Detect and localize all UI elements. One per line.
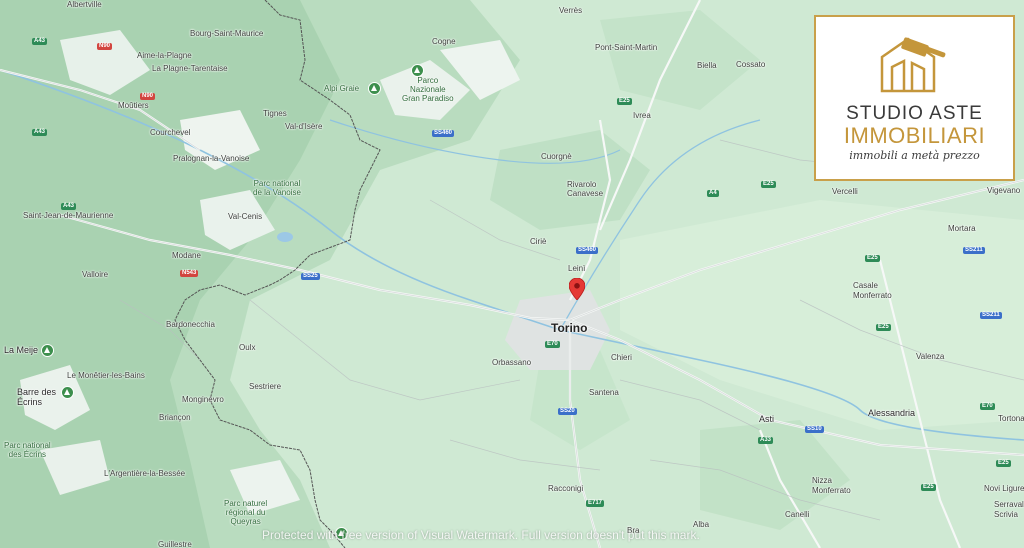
place-cuorgne: Cuorgnè — [541, 152, 572, 161]
place-bourg-saint-maurice: Bourg-Saint-Maurice — [190, 29, 264, 38]
place-torino: Torino — [551, 321, 588, 335]
park-icon — [61, 386, 74, 399]
place-rivarolo-canavese: Rivarolo Canavese — [567, 180, 604, 198]
place-oulx: Oulx — [239, 343, 256, 352]
place-barre-des-ecrins: Barre des Écrins — [17, 387, 57, 407]
place-valenza: Valenza — [916, 352, 945, 361]
place-asti: Asti — [759, 414, 775, 424]
road-shield: E70 — [980, 403, 995, 410]
place-le-monetier: Le Monêtier-les-Bains — [67, 371, 145, 380]
place-la-plagne-tarentaise: La Plagne-Tarentaise — [152, 64, 228, 73]
road-shield: E25 — [761, 181, 776, 188]
place-ivrea: Ivrea — [633, 111, 651, 120]
location-pin-icon[interactable] — [569, 278, 585, 300]
watermark-text: Protected with free version of Visual Wa… — [262, 528, 700, 542]
place-racconigi: Racconigi — [548, 484, 584, 493]
place-modane: Modane — [172, 251, 201, 260]
place-chieri: Chieri — [611, 353, 632, 362]
park-vanoise: Parc national de la Vanoise — [253, 179, 301, 197]
place-serravalle-scrivia: Serravalle Scrivia — [994, 500, 1024, 519]
place-courchevel: Courchevel — [150, 128, 191, 137]
road-shield: SS211 — [980, 312, 1002, 319]
logo-line-immobiliari: IMMOBILIARI — [843, 123, 986, 148]
place-santena: Santena — [589, 388, 619, 397]
logo-line-studio-aste: STUDIO ASTE — [846, 103, 983, 124]
park-icon — [368, 82, 381, 95]
road-shield: SS10 — [805, 426, 824, 433]
park-ecrins: Parc national des Écrins — [4, 441, 51, 459]
road-shield: SS460 — [576, 247, 599, 254]
road-shield: N90 — [140, 93, 156, 100]
place-pont-saint-martin: Pont-Saint-Martin — [595, 43, 658, 52]
place-la-meije: La Meije — [4, 345, 39, 355]
park-gran-paradiso: Parco Nazionale Gran Paradiso — [402, 76, 454, 103]
road-shield: SS20 — [558, 408, 577, 415]
place-bardonecchia: Bardonecchia — [166, 320, 215, 329]
place-vigevano: Vigevano — [987, 186, 1021, 195]
place-novi-ligure: Novi Ligure — [984, 484, 1024, 493]
place-nizza-monferrato: Nizza Monferrato — [812, 476, 851, 495]
road-shield: E25 — [921, 484, 936, 491]
road-shield: A4 — [707, 190, 719, 197]
place-cogne: Cogne — [432, 37, 456, 46]
road-shield: E25 — [996, 460, 1011, 467]
place-val-cenis: Val-Cenis — [228, 212, 263, 221]
road-shield: N90 — [97, 43, 113, 50]
place-briancon: Briançon — [159, 413, 191, 422]
place-casale-monferrato: Casale Monferrato — [853, 281, 892, 300]
road-shield: A43 — [32, 38, 48, 45]
place-monginevro: Monginevro — [182, 395, 224, 404]
road-shield: A33 — [758, 437, 774, 444]
park-icon — [411, 64, 424, 77]
road-shield: E25 — [876, 324, 891, 331]
place-cirie: Ciriè — [530, 237, 547, 246]
place-leini: Leinì — [568, 264, 586, 273]
place-biella: Biella — [697, 61, 717, 70]
road-shield: E70 — [545, 341, 560, 348]
place-tignes: Tignes — [263, 109, 287, 118]
road-shield: E717 — [586, 500, 605, 507]
place-valloire: Valloire — [82, 270, 109, 279]
road-shield: N543 — [180, 270, 199, 277]
map-canvas[interactable]: Albertville Bourg-Saint-Maurice Aime-la-… — [0, 0, 1024, 548]
place-albertville: Albertville — [67, 0, 102, 9]
place-val-d-isere: Val-d'Isère — [285, 122, 323, 131]
road-shield: SS460 — [432, 130, 455, 137]
road-shield: A43 — [61, 203, 77, 210]
place-saint-jean-de-maurienne: Saint-Jean-de-Maurienne — [23, 211, 114, 220]
park-alpi-graie: Alpi Graie — [324, 84, 360, 93]
gavel-house-icon — [880, 37, 946, 93]
place-orbassano: Orbassano — [492, 358, 532, 367]
place-cossato: Cossato — [736, 60, 766, 69]
logo-tagline: immobili a metà prezzo — [849, 149, 980, 162]
place-aime-la-plagne: Aime-la-Plagne — [137, 51, 192, 60]
road-shield: SS25 — [301, 273, 320, 280]
place-argentiere: L'Argentière-la-Bessée — [104, 469, 186, 478]
place-sestriere: Sestriere — [249, 382, 282, 391]
place-canelli: Canelli — [785, 510, 810, 519]
place-verres: Verrès — [559, 6, 583, 15]
place-alessandria: Alessandria — [868, 408, 916, 418]
place-vercelli: Vercelli — [832, 187, 858, 196]
park-icon — [41, 344, 54, 357]
road-shield: E25 — [617, 98, 632, 105]
place-moutiers: Moûtiers — [118, 101, 149, 110]
studio-aste-logo: STUDIO ASTE IMMOBILIARI immobili a metà … — [814, 15, 1015, 181]
place-guillestre: Guillestre — [158, 540, 192, 548]
place-tortona: Tortona — [998, 414, 1024, 423]
road-shield: E25 — [865, 255, 880, 262]
place-mortara: Mortara — [948, 224, 976, 233]
road-shield: A43 — [32, 129, 48, 136]
park-queyras: Parc naturel régional du Queyras — [224, 499, 268, 526]
road-shield: SS211 — [963, 247, 985, 254]
place-pralognan: Pralognan-la-Vanoise — [173, 154, 250, 163]
